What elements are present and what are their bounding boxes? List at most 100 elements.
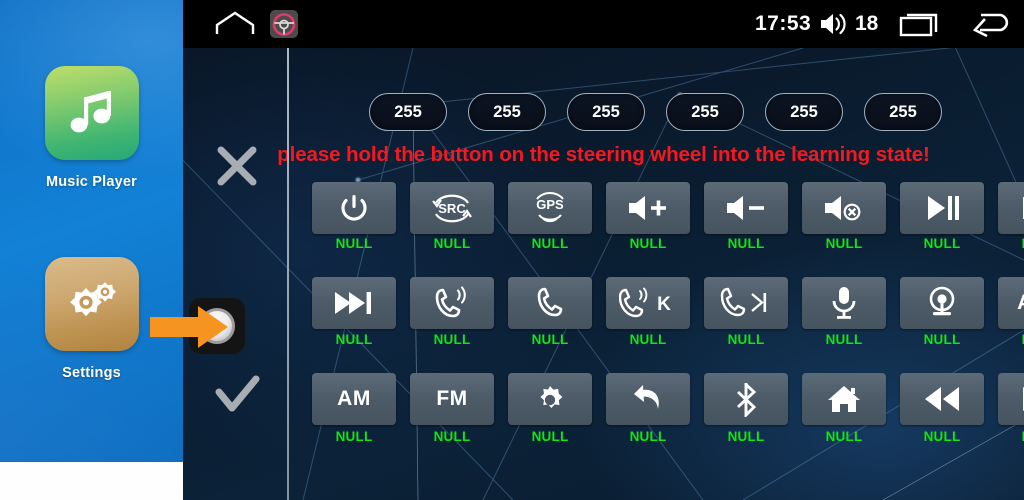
- system-status-bar: 17:53 18: [183, 0, 1024, 48]
- key-aux-text: AUX: [1017, 291, 1024, 315]
- svg-text:GPS: GPS: [536, 197, 564, 212]
- back-arrow-icon: [972, 13, 1009, 38]
- key-bluetooth[interactable]: [704, 373, 788, 425]
- key-label-mute: NULL: [825, 236, 863, 251]
- status-recents-button[interactable]: [895, 0, 947, 48]
- key-fast-forward[interactable]: [998, 373, 1024, 425]
- key-home[interactable]: [802, 373, 886, 425]
- previous-track-icon: [1023, 197, 1024, 219]
- app-music-player-label: Music Player: [45, 174, 138, 190]
- answer-call-k-icon: K: [619, 287, 671, 318]
- steering-wheel-learning-screen: Music Player Settings 17:53 18 255 255 2…: [0, 0, 1024, 500]
- hangup-skip-icon: [720, 287, 767, 317]
- key-fm-text: FM: [436, 387, 468, 410]
- key-rewind[interactable]: [900, 373, 984, 425]
- key-label-fm: NULL: [433, 429, 471, 444]
- key-microphone[interactable]: [802, 277, 886, 329]
- key-play-pause[interactable]: [900, 182, 984, 234]
- key-label-settings: NULL: [531, 429, 569, 444]
- bluetooth-icon: [737, 383, 757, 417]
- key-label-hangup-skip: NULL: [727, 332, 765, 347]
- control-column: [150, 48, 288, 500]
- key-label-gps: NULL: [531, 236, 569, 251]
- key-answer-call-k[interactable]: K: [606, 277, 690, 329]
- key-label-volume-down: NULL: [727, 236, 765, 251]
- key-next-track[interactable]: [312, 277, 396, 329]
- settings-tile[interactable]: [44, 257, 139, 351]
- rewind-icon: [925, 387, 959, 411]
- key-label-rewind: NULL: [923, 429, 961, 444]
- key-label-previous-track: NULL: [998, 236, 1024, 251]
- gear-icon: [540, 386, 563, 408]
- volume-icon: [821, 13, 846, 35]
- cancel-button[interactable]: [211, 140, 263, 192]
- music-player-tile[interactable]: [44, 66, 139, 160]
- fast-forward-icon: [1023, 387, 1024, 411]
- steering-wheel-icon: [270, 10, 298, 38]
- key-am-text: AM: [337, 387, 371, 410]
- key-label-bluetooth: NULL: [727, 429, 765, 444]
- back-curved-arrow-icon: [634, 385, 659, 409]
- key-label-hangup-call: NULL: [531, 332, 569, 347]
- recents-icon: [899, 13, 938, 37]
- key-label-back: NULL: [629, 429, 667, 444]
- gps-icon: GPS: [536, 191, 564, 223]
- panel-divider: [287, 48, 289, 500]
- key-label-volume-up: NULL: [629, 236, 667, 251]
- key-label-power: NULL: [335, 236, 373, 251]
- key-volume-up[interactable]: [606, 182, 690, 234]
- key-label-play-pause: NULL: [923, 236, 961, 251]
- key-label-home: NULL: [825, 429, 863, 444]
- key-volume-down[interactable]: [704, 182, 788, 234]
- play-pause-icon: [928, 196, 959, 220]
- key-power[interactable]: [312, 182, 396, 234]
- key-gps[interactable]: GPS: [508, 182, 592, 234]
- app-music-player[interactable]: Music Player: [0, 66, 183, 190]
- key-mute[interactable]: [802, 182, 886, 234]
- key-label-src: NULL: [433, 236, 471, 251]
- key-hangup-skip[interactable]: [704, 277, 788, 329]
- confirm-button[interactable]: [211, 368, 263, 420]
- key-label-answer-call-k: NULL: [629, 332, 667, 347]
- src-icon: SRC: [432, 194, 472, 223]
- key-label-next-track: NULL: [335, 332, 373, 347]
- app-settings-label: Settings: [62, 365, 121, 381]
- status-volume-value: 18: [855, 12, 879, 35]
- svg-text:SRC: SRC: [438, 201, 466, 216]
- close-x-icon: [217, 146, 257, 186]
- rotary-knob-indicator[interactable]: [150, 298, 245, 354]
- key-am[interactable]: AM: [312, 373, 396, 425]
- key-fm[interactable]: FM: [410, 373, 494, 425]
- power-icon: [341, 195, 367, 221]
- answer-call-icon: [435, 286, 466, 318]
- gears-icon: [69, 282, 116, 317]
- key-label-camera: NULL: [923, 332, 961, 347]
- key-label-microphone: NULL: [825, 332, 863, 347]
- next-track-icon: [335, 292, 371, 314]
- orange-right-arrow-icon: [150, 306, 228, 348]
- key-label-aux: NULL: [998, 332, 1024, 347]
- check-icon: [215, 375, 260, 412]
- camera-icon: [929, 286, 955, 316]
- function-key-grid: NULL SRC NULL GPS NULL NULL NULL NULL NU…: [183, 0, 1024, 500]
- key-answer-call[interactable]: [410, 277, 494, 329]
- key-aux[interactable]: AUX: [998, 277, 1024, 329]
- key-settings[interactable]: [508, 373, 592, 425]
- key-label-fast-forward: NULL: [998, 429, 1024, 444]
- volume-up-icon: [629, 196, 666, 220]
- microphone-icon: [832, 287, 856, 319]
- key-back[interactable]: [606, 373, 690, 425]
- key-label-am: NULL: [335, 429, 373, 444]
- key-previous-track[interactable]: [998, 182, 1024, 234]
- steering-wheel-study-panel: 17:53 18 255 255 255 255 255 255 please …: [150, 0, 1024, 500]
- key-camera[interactable]: [900, 277, 984, 329]
- app-launcher-panel: Music Player Settings: [0, 0, 183, 500]
- status-volume-icon-wrap[interactable]: [817, 0, 851, 48]
- key-hangup-call[interactable]: [508, 277, 592, 329]
- volume-down-icon: [727, 196, 764, 220]
- key-src[interactable]: SRC: [410, 182, 494, 234]
- key-label-answer-call: NULL: [433, 332, 471, 347]
- status-steering-wheel-app[interactable]: [268, 0, 300, 48]
- status-home-button[interactable]: [211, 0, 259, 48]
- status-back-button[interactable]: [968, 0, 1020, 48]
